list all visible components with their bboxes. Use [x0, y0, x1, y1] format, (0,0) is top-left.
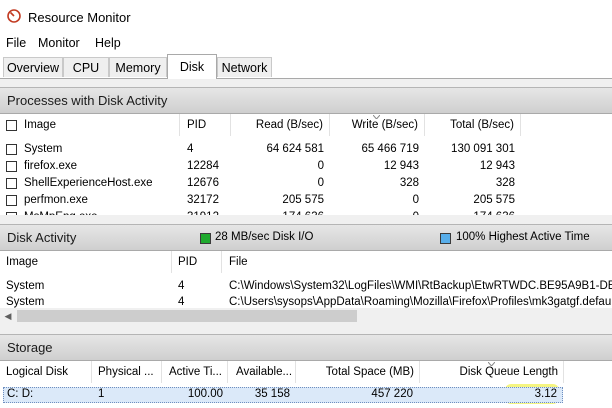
col-available[interactable]: Available...	[228, 361, 296, 383]
scroll-left-icon[interactable]: ◀	[0, 308, 16, 324]
process-total: 328	[495, 177, 515, 189]
table-row[interactable]: System 4 C:\Windows\System32\LogFiles\WMI\…	[0, 278, 612, 294]
process-read: 64 624 581	[266, 143, 324, 155]
table-row[interactable]: System 4 64 624 581 65 466 719 130 091 301	[0, 141, 612, 158]
tab-network[interactable]: Network	[217, 57, 272, 77]
col-image[interactable]: Image	[0, 251, 172, 273]
tab-strip: Overview CPU Memory Disk Network	[0, 54, 612, 79]
resource-monitor-icon	[7, 9, 21, 23]
process-image: System	[24, 143, 63, 155]
processes-section-title: Processes with Disk Activity	[7, 93, 168, 108]
table-row[interactable]: firefox.exe 12284 0 12 943 12 943	[0, 158, 612, 175]
process-pid: 32172	[187, 194, 219, 206]
col-image[interactable]: Image	[22, 114, 180, 136]
col-active-time[interactable]: Active Ti...	[162, 361, 228, 383]
process-total: 205 575	[473, 194, 515, 206]
process-checkbox[interactable]	[6, 178, 17, 189]
menu-bar: File Monitor Help	[0, 33, 612, 54]
process-image: ShellExperienceHost.exe	[24, 177, 153, 189]
process-pid: 12676	[187, 177, 219, 189]
menu-file[interactable]: File	[6, 36, 26, 50]
process-write: 0	[412, 194, 419, 206]
disk-activity-horizontal-scrollbar[interactable]: ◀	[0, 308, 612, 324]
storage-physical-disk: 1	[98, 388, 105, 400]
storage-section-title: Storage	[7, 340, 53, 355]
process-checkbox[interactable]	[6, 195, 17, 206]
disk-activity-section-header[interactable]: Disk Activity 28 MB/sec Disk I/O 100% Hi…	[0, 224, 612, 251]
table-row[interactable]: ShellExperienceHost.exe 12676 0 328 328	[0, 175, 612, 192]
storage-active-time: 100.00	[187, 388, 223, 400]
process-checkbox[interactable]	[6, 161, 17, 172]
process-read: 0	[317, 160, 324, 172]
sort-descending-icon	[373, 115, 380, 119]
table-row[interactable]: MsMpEng.exe31912174 6360174 636	[0, 209, 612, 215]
scrollbar-thumb[interactable]	[17, 310, 357, 322]
process-total: 12 943	[479, 160, 515, 172]
storage-available: 35 158	[254, 388, 290, 400]
col-read[interactable]: Read (B/sec)	[231, 114, 330, 136]
storage-row[interactable]: C: D: 1 100.00 35 158 457 220 3.12	[0, 387, 612, 403]
process-pid: 31912	[187, 209, 231, 215]
process-read: 174 636	[231, 209, 324, 215]
col-file[interactable]: File	[222, 251, 612, 273]
activity-file: C:\Users\sysops\AppData\Roaming\Mozilla\…	[229, 296, 612, 308]
tab-overview[interactable]: Overview	[3, 57, 63, 77]
process-image: firefox.exe	[24, 160, 78, 172]
disk-io-legend: 28 MB/sec Disk I/O	[215, 231, 314, 243]
menu-monitor[interactable]: Monitor	[38, 36, 80, 50]
table-row[interactable]: perfmon.exe 32172 205 575 0 205 575	[0, 192, 612, 209]
active-time-legend-swatch	[440, 233, 451, 244]
col-physical-disk[interactable]: Physical ...	[92, 361, 162, 383]
tab-disk[interactable]: Disk	[167, 54, 217, 79]
active-time-legend: 100% Highest Active Time	[456, 231, 590, 243]
process-write: 0	[330, 209, 419, 215]
col-pid[interactable]: PID	[172, 251, 222, 273]
activity-pid: 4	[178, 280, 185, 292]
process-total: 174 636	[425, 209, 515, 215]
col-total[interactable]: Total (B/sec)	[425, 114, 521, 136]
storage-logical-disk: C: D:	[7, 388, 34, 400]
process-read: 0	[317, 177, 324, 189]
process-pid: 12284	[187, 160, 219, 172]
process-image: MsMpEng.exe	[24, 209, 180, 215]
storage-queue-length: 3.12	[534, 388, 557, 400]
process-total: 130 091 301	[451, 143, 515, 155]
title-bar: Resource Monitor	[0, 0, 612, 33]
activity-image: System	[6, 296, 45, 308]
col-total-space[interactable]: Total Space (MB)	[296, 361, 420, 383]
disk-activity-table: Image PID File System 4 C:\Windows\System3…	[0, 251, 612, 308]
select-all-processes-checkbox[interactable]	[6, 120, 17, 131]
activity-file: C:\Windows\System32\LogFiles\WMI\RtBacku…	[229, 280, 612, 292]
disk-io-legend-swatch	[200, 233, 211, 244]
storage-total-space: 457 220	[371, 388, 413, 400]
process-image: perfmon.exe	[24, 194, 88, 206]
processes-section-header[interactable]: Processes with Disk Activity	[0, 87, 612, 114]
col-pid[interactable]: PID	[180, 114, 231, 136]
process-pid: 4	[187, 143, 194, 155]
window-title: Resource Monitor	[28, 10, 131, 25]
processes-table: Image PID Read (B/sec) Write (B/sec) Tot…	[0, 114, 612, 215]
process-checkbox[interactable]	[6, 144, 17, 155]
activity-image: System	[6, 280, 45, 292]
process-checkbox[interactable]	[6, 212, 17, 215]
menu-help[interactable]: Help	[95, 36, 121, 50]
sort-descending-icon	[488, 362, 495, 366]
tab-cpu[interactable]: CPU	[63, 57, 109, 77]
process-write: 12 943	[383, 160, 419, 172]
process-read: 205 575	[282, 194, 324, 206]
process-write: 328	[399, 177, 419, 189]
process-write: 65 466 719	[361, 143, 419, 155]
table-row[interactable]: System 4 C:\Users\sysops\AppData\Roaming\M…	[0, 294, 612, 308]
storage-section-header[interactable]: Storage	[0, 334, 612, 361]
activity-pid: 4	[178, 296, 185, 308]
disk-activity-section-title: Disk Activity	[7, 230, 77, 245]
col-logical-disk[interactable]: Logical Disk	[0, 361, 92, 383]
tab-memory[interactable]: Memory	[109, 57, 167, 77]
